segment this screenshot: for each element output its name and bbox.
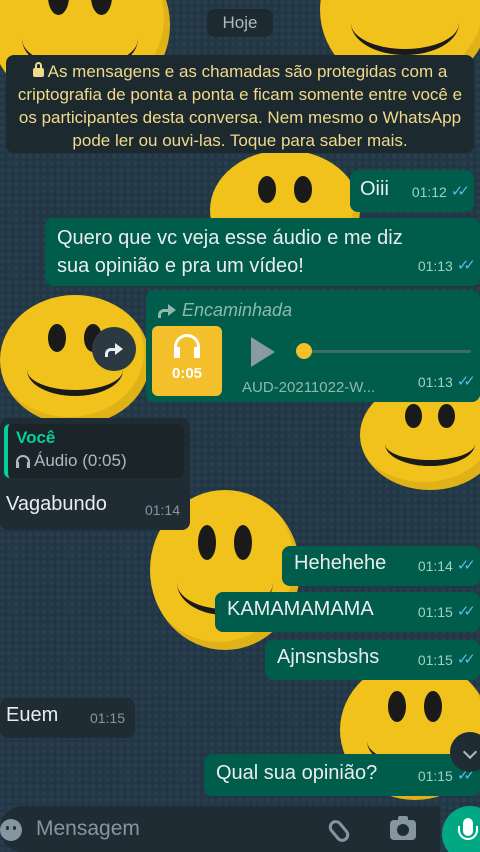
message-text: Ajnsnsbshs — [277, 646, 380, 668]
message-outgoing[interactable]: Oiii 01:12 ✓✓ — [350, 170, 474, 212]
message-outgoing[interactable]: Quero que vc veja esse áudio e me diz su… — [45, 218, 480, 286]
double-check-icon: ✓✓ — [456, 651, 476, 668]
headphones-icon — [16, 455, 30, 469]
message-time: 01:15 — [417, 768, 453, 784]
quote-author: Você — [16, 428, 56, 447]
message-text: Euem — [6, 704, 59, 726]
message-meta: 01:14 ✓✓ — [417, 552, 476, 580]
message-time: 01:14 — [144, 502, 180, 518]
double-check-icon: ✓✓ — [456, 373, 476, 390]
microphone-arc — [458, 826, 478, 840]
message-time: 01:12 — [411, 184, 447, 200]
message-outgoing[interactable]: Hehehehe 01:14 ✓✓ — [282, 546, 480, 586]
message-meta: 01:15 — [90, 704, 125, 732]
message-meta: 01:15 ✓✓ — [417, 598, 476, 626]
message-meta: 01:13 ✓✓ — [417, 368, 476, 396]
double-check-icon: ✓✓ — [456, 557, 476, 574]
message-meta: 01:14 — [145, 496, 180, 524]
attach-icon[interactable] — [325, 817, 353, 845]
message-time: 01:15 — [417, 652, 453, 668]
encryption-notice[interactable]: As mensagens e as chamadas são protegida… — [6, 55, 474, 153]
audio-file-name: AUD-20211022-W... — [242, 379, 376, 396]
message-meta: 01:12 ✓✓ — [411, 178, 470, 206]
message-text-line-2: sua opinião e pra um vídeo! — [57, 255, 304, 277]
audio-duration: 0:05 — [171, 365, 203, 382]
message-time: 01:13 — [417, 374, 453, 390]
message-outgoing-audio[interactable]: Encaminhada 0:05 AUD-20211022-W... 01:13… — [146, 290, 480, 402]
message-incoming[interactable]: Você Áudio (0:05) Vagabundo 01:14 — [0, 418, 190, 530]
audio-seek-handle[interactable] — [296, 343, 312, 359]
double-check-icon: ✓✓ — [450, 183, 470, 200]
forward-button[interactable] — [92, 327, 136, 371]
quote-preview: Áudio (0:05) — [16, 449, 176, 473]
message-text-line-1: Quero que vc veja esse áudio e me diz — [57, 227, 403, 249]
audio-thumbnail: 0:05 — [152, 326, 222, 396]
lock-icon — [32, 62, 44, 77]
message-text: Qual sua opinião? — [216, 762, 378, 784]
message-outgoing[interactable]: KAMAMAMAMA 01:15 ✓✓ — [215, 592, 480, 632]
message-meta: 01:13 ✓✓ — [417, 252, 476, 280]
message-text: Vagabundo — [6, 493, 107, 515]
chevron-down-icon — [462, 744, 478, 760]
reply-quote[interactable]: Você Áudio (0:05) — [4, 424, 184, 478]
message-text: KAMAMAMAMA — [227, 598, 374, 620]
message-composer — [0, 806, 440, 852]
play-icon[interactable] — [251, 337, 275, 367]
message-time: 01:13 — [417, 258, 453, 274]
headphones-icon — [174, 334, 200, 360]
forwarded-label: Encaminhada — [158, 296, 292, 324]
message-time: 01:14 — [417, 558, 453, 574]
camera-icon[interactable] — [390, 816, 416, 840]
forward-icon — [105, 342, 123, 357]
forwarded-text: Encaminhada — [182, 300, 293, 320]
message-text: Oiii — [360, 178, 389, 200]
message-incoming[interactable]: Euem 01:15 — [0, 698, 135, 738]
message-meta: 01:15 ✓✓ — [417, 646, 476, 674]
encryption-notice-text: As mensagens e as chamadas são protegida… — [17, 62, 463, 150]
message-outgoing[interactable]: Qual sua opinião? 01:15 ✓✓ — [204, 754, 480, 796]
audio-progress-track[interactable] — [301, 350, 471, 353]
message-time: 01:15 — [89, 710, 125, 726]
message-outgoing[interactable]: Ajnsnsbshs 01:15 ✓✓ — [265, 640, 480, 680]
double-check-icon: ✓✓ — [456, 603, 476, 620]
double-check-icon: ✓✓ — [456, 257, 476, 274]
emoji-icon[interactable] — [0, 819, 22, 841]
forwarded-icon — [158, 303, 176, 318]
date-chip: Hoje — [207, 9, 273, 37]
message-text: Hehehehe — [294, 552, 387, 574]
chat-area[interactable]: Hoje As mensagens e as chamadas são prot… — [0, 0, 480, 852]
message-time: 01:15 — [417, 604, 453, 620]
message-input[interactable] — [36, 814, 306, 844]
quote-text: Áudio (0:05) — [34, 451, 127, 470]
